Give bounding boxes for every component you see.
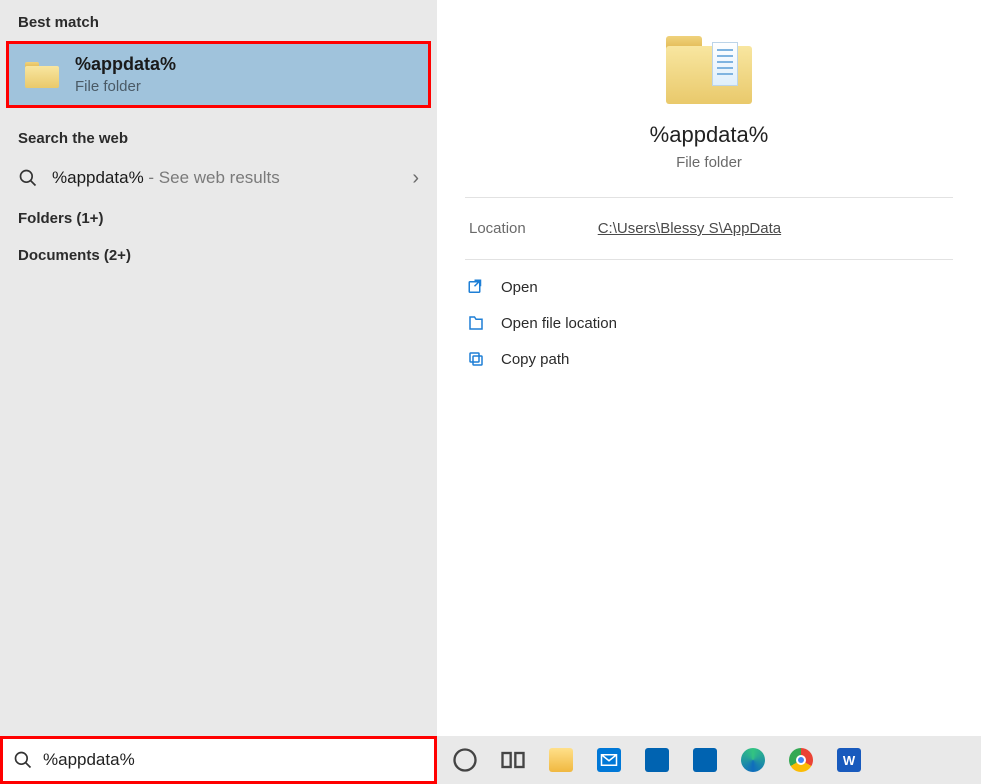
action-open-file-location[interactable]: Open file location (467, 314, 951, 332)
action-copy-path[interactable]: Copy path (467, 350, 951, 368)
edge-icon[interactable] (739, 746, 767, 774)
best-match-result[interactable]: %appdata% File folder (6, 41, 431, 108)
file-explorer-icon[interactable] (547, 746, 575, 774)
location-path-link[interactable]: C:\Users\Blessy S\AppData (598, 220, 781, 237)
action-open-label: Open (501, 279, 538, 296)
search-results-pane: Best match %appdata% File folder Search … (0, 0, 437, 736)
search-web-result[interactable]: %appdata% - See web results › (0, 157, 437, 200)
category-documents[interactable]: Documents (2+) (0, 237, 437, 274)
action-open-location-label: Open file location (501, 315, 617, 332)
folder-icon (666, 32, 752, 104)
bottom-bar: W (0, 736, 981, 784)
search-input[interactable] (43, 750, 424, 770)
search-web-header: Search the web (0, 122, 437, 157)
chrome-icon[interactable] (787, 746, 815, 774)
category-folders[interactable]: Folders (1+) (0, 200, 437, 237)
action-copy-path-label: Copy path (501, 351, 569, 368)
preview-subtitle: File folder (676, 154, 742, 171)
copy-icon (467, 350, 485, 368)
search-box[interactable] (0, 736, 437, 784)
calendar-icon[interactable] (691, 746, 719, 774)
open-icon (467, 278, 485, 296)
preview-pane: %appdata% File folder Location C:\Users\… (437, 0, 981, 736)
task-view-icon[interactable] (499, 746, 527, 774)
best-match-title: %appdata% (75, 54, 176, 76)
location-label: Location (469, 220, 526, 237)
chevron-right-icon: › (412, 167, 419, 190)
preview-title: %appdata% (650, 122, 769, 148)
action-open[interactable]: Open (467, 278, 951, 296)
search-icon (13, 750, 33, 770)
mail-icon[interactable] (595, 746, 623, 774)
taskbar: W (437, 736, 981, 784)
store-icon[interactable] (643, 746, 671, 774)
search-icon (18, 168, 38, 188)
folder-icon (25, 60, 59, 88)
best-match-header: Best match (0, 6, 437, 41)
location-icon (467, 314, 485, 332)
best-match-subtitle: File folder (75, 78, 176, 95)
search-web-text: %appdata% - See web results (52, 168, 280, 188)
word-icon[interactable]: W (835, 746, 863, 774)
cortana-icon[interactable] (451, 746, 479, 774)
